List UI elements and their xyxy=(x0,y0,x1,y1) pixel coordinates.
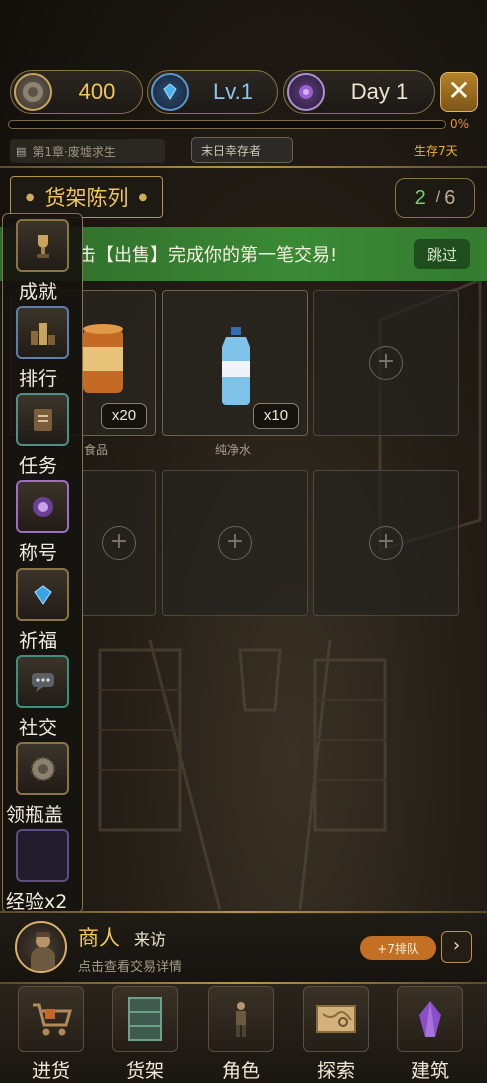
progress-bar xyxy=(8,120,446,129)
side-menu: 成就 排行 任务 称号 祈福 社交 领瓶盖 经验x2 xyxy=(2,213,83,913)
bottom-nav: 进货 货架 角色 探索 建筑 xyxy=(0,984,487,1083)
nav-explore[interactable]: 探索 xyxy=(293,984,379,1083)
blessing-gem-icon xyxy=(16,568,69,621)
divider xyxy=(0,911,487,913)
canned-food-icon xyxy=(83,324,123,393)
chapter-label[interactable]: ▤ 第1章·废墟求生 xyxy=(10,139,165,163)
item-name: 纯净水 xyxy=(215,443,252,457)
menu-ranking[interactable]: 排行 xyxy=(3,306,81,391)
shelf-icon xyxy=(112,986,178,1052)
shelf-slot-empty[interactable]: + xyxy=(313,470,459,616)
menu-titles[interactable]: 称号 xyxy=(3,480,81,565)
shelf-slot-water[interactable]: x10 xyxy=(162,290,308,436)
level-value: Lv.1 xyxy=(213,79,253,104)
role-tag[interactable]: 末日幸存者 xyxy=(191,137,293,163)
shelf-slot-empty[interactable]: + xyxy=(313,290,459,436)
chapter-text: 第1章·废墟求生 xyxy=(32,144,116,159)
merchant-title: 商人 xyxy=(78,926,120,950)
bottle-cap-coin-icon xyxy=(14,73,52,111)
add-icon: + xyxy=(369,526,403,560)
coins-pill[interactable]: 400 xyxy=(10,70,143,114)
chevron-right-icon[interactable]: › xyxy=(441,931,472,963)
chat-icon xyxy=(16,655,69,708)
crystal-building-icon xyxy=(397,986,463,1052)
menu-exp-boost[interactable]: 经验x2 xyxy=(3,829,81,914)
nav-label: 角色 xyxy=(221,1060,260,1082)
task-icon xyxy=(16,393,69,446)
nav-label: 进货 xyxy=(31,1060,70,1082)
character-icon xyxy=(208,986,274,1052)
ranking-icon xyxy=(16,306,69,359)
menu-label: 成就 xyxy=(19,281,58,303)
water-bottle-icon xyxy=(222,327,250,405)
merchant-hint: 点击查看交易详情 xyxy=(78,960,183,975)
nav-character[interactable]: 角色 xyxy=(198,984,284,1083)
day-pill[interactable]: Day 1 xyxy=(283,70,435,114)
menu-label: 社交 xyxy=(19,717,58,739)
add-icon: + xyxy=(102,526,136,560)
queue-badge[interactable]: +7排队 xyxy=(360,936,436,960)
close-button[interactable]: ✕ xyxy=(440,72,478,112)
add-icon: + xyxy=(218,526,252,560)
shelf-slot-empty[interactable]: + xyxy=(162,470,308,616)
skip-button[interactable]: 跳过 xyxy=(414,239,470,269)
menu-label: 经验x2 xyxy=(6,891,68,913)
nav-label: 探索 xyxy=(316,1060,355,1082)
menu-label: 任务 xyxy=(19,455,58,477)
title-badge-icon xyxy=(16,480,69,533)
slots-separator: / xyxy=(435,189,441,206)
bottle-cap-icon xyxy=(16,742,69,795)
merchant-visit: 来访 xyxy=(134,930,167,949)
item-quantity: x10 xyxy=(253,403,299,429)
shelf-slot-count: 2 / 6 xyxy=(395,178,475,218)
menu-achievements[interactable]: 成就 xyxy=(3,219,81,304)
nav-label: 货架 xyxy=(125,1060,164,1082)
level-pill[interactable]: Lv.1 xyxy=(147,70,278,114)
restock-cart-icon xyxy=(18,986,84,1052)
merchant-avatar xyxy=(15,921,67,973)
dot-icon: ● xyxy=(138,191,148,203)
dot-icon: ● xyxy=(25,191,35,203)
shelf-display-title: ● 货架陈列 ● xyxy=(10,176,163,218)
menu-blessing[interactable]: 祈福 xyxy=(3,568,81,653)
menu-bottle-caps[interactable]: 领瓶盖 xyxy=(3,742,81,827)
merchant-bar[interactable]: 商人 来访 点击查看交易详情 +7排队 › xyxy=(0,914,487,982)
nav-label: 建筑 xyxy=(410,1060,449,1082)
currency-bar: 400 Lv.1 Day 1 xyxy=(0,66,487,118)
menu-tasks[interactable]: 任务 xyxy=(3,393,81,478)
progress-percent: 0% xyxy=(450,117,470,131)
menu-label: 称号 xyxy=(19,542,58,564)
day-value: Day 1 xyxy=(350,79,409,104)
slots-total: 6 xyxy=(444,186,456,209)
exp-boost-icon xyxy=(16,829,69,882)
coins-value: 400 xyxy=(78,79,116,104)
nav-restock[interactable]: 进货 xyxy=(8,984,94,1083)
book-icon: ▤ xyxy=(16,144,27,158)
map-scroll-icon xyxy=(303,986,369,1052)
menu-label: 领瓶盖 xyxy=(6,804,64,826)
tutorial-message: 击【出售】完成你的第一笔交易! xyxy=(78,245,338,266)
slots-used: 2 xyxy=(414,186,426,209)
menu-label: 排行 xyxy=(19,368,58,390)
shelf-title-text: 货架陈列 xyxy=(44,186,129,210)
trophy-icon xyxy=(16,219,69,272)
menu-label: 祈福 xyxy=(19,630,58,652)
survive-goal: 生存7天 xyxy=(414,144,458,158)
add-icon: + xyxy=(369,346,403,380)
nav-building[interactable]: 建筑 xyxy=(387,984,473,1083)
day-badge-icon xyxy=(287,73,325,111)
item-name: 食品 xyxy=(84,443,109,457)
diamond-icon xyxy=(151,73,189,111)
divider xyxy=(0,166,487,168)
menu-social[interactable]: 社交 xyxy=(3,655,81,740)
item-quantity: x20 xyxy=(101,403,147,429)
nav-shelf[interactable]: 货架 xyxy=(102,984,188,1083)
